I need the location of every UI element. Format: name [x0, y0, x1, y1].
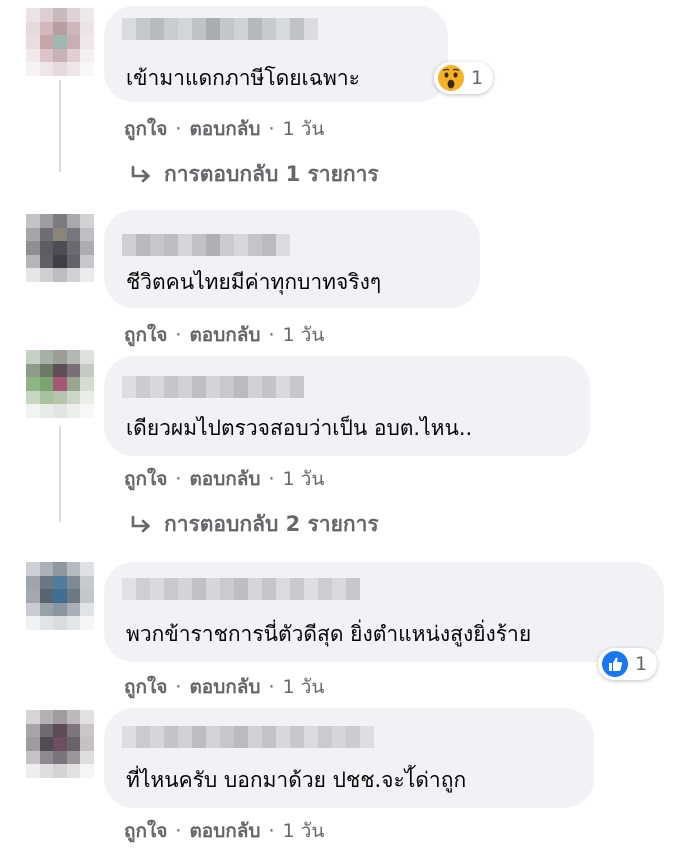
commenter-name-blurred[interactable] [122, 234, 290, 256]
comment-text: ที่ไหนครับ บอกมาด้วย ปชช.จะไ้ด่าถูก [126, 768, 467, 792]
reply-arrow-icon [131, 165, 150, 182]
separator: · [175, 324, 182, 346]
avatar[interactable] [26, 8, 94, 76]
separator: · [175, 820, 182, 842]
reply-link[interactable]: ตอบกลับ [189, 816, 260, 846]
like-link[interactable]: ถูกใจ [124, 672, 167, 702]
comment-bubble: ที่ไหนครับ บอกมาด้วย ปชช.จะไ้ด่าถูก [104, 708, 594, 808]
separator: · [175, 118, 182, 140]
separator: · [175, 468, 182, 490]
timestamp[interactable]: 1 วัน [283, 320, 325, 350]
separator: · [268, 676, 275, 698]
commenter-name-blurred[interactable] [122, 376, 304, 398]
view-replies-button[interactable]: การตอบกลับ 1 รายการ [128, 158, 379, 191]
comment-text: เดียวผมไปตรวจสอบว่าเป็น อบต.ไหน.. [126, 416, 473, 440]
reaction-badge[interactable]: 1 [598, 648, 658, 680]
timestamp[interactable]: 1 วัน [283, 114, 325, 144]
like-icon [602, 651, 628, 677]
separator: · [268, 118, 275, 140]
thread-line [59, 80, 61, 172]
replies-label: การตอบกลับ 2 รายการ [164, 512, 379, 536]
wow-emoji-icon [438, 65, 464, 91]
comment-bubble: พวกข้าราชการนี่ตัวดีสุด ยิ่งตำแหน่งสูงยิ… [104, 562, 664, 662]
replies-label: การตอบกลับ 1 รายการ [164, 162, 379, 186]
comment-actions: ถูกใจ · ตอบกลับ · 1 วัน [124, 464, 324, 494]
view-replies-button[interactable]: การตอบกลับ 2 รายการ [128, 508, 379, 541]
reaction-count: 1 [471, 67, 484, 89]
reaction-count: 1 [635, 653, 648, 675]
separator: · [268, 468, 275, 490]
comment-bubble: ชีวิตคนไทยมีค่าทุกบาทจริงๆ [104, 210, 480, 308]
comment-text: ชีวิตคนไทยมีค่าทุกบาทจริงๆ [126, 270, 382, 294]
avatar[interactable] [26, 350, 94, 418]
avatar[interactable] [26, 562, 94, 630]
reaction-badge[interactable]: 1 [434, 62, 494, 94]
comment-actions: ถูกใจ · ตอบกลับ · 1 วัน [124, 816, 324, 846]
like-link[interactable]: ถูกใจ [124, 114, 167, 144]
reply-link[interactable]: ตอบกลับ [189, 464, 260, 494]
avatar[interactable] [26, 214, 94, 282]
separator: · [268, 820, 275, 842]
reply-arrow-icon [131, 515, 150, 532]
commenter-name-blurred[interactable] [122, 18, 318, 40]
commenter-name-blurred[interactable] [122, 726, 374, 748]
comment-actions: ถูกใจ · ตอบกลับ · 1 วัน [124, 320, 324, 350]
like-link[interactable]: ถูกใจ [124, 320, 167, 350]
thread-line [59, 426, 61, 522]
separator: · [268, 324, 275, 346]
like-link[interactable]: ถูกใจ [124, 816, 167, 846]
comment-actions: ถูกใจ · ตอบกลับ · 1 วัน [124, 672, 324, 702]
separator: · [175, 676, 182, 698]
avatar[interactable] [26, 710, 94, 778]
commenter-name-blurred[interactable] [122, 578, 360, 600]
comment-actions: ถูกใจ · ตอบกลับ · 1 วัน [124, 114, 324, 144]
comment-bubble: เดียวผมไปตรวจสอบว่าเป็น อบต.ไหน.. [104, 356, 590, 456]
reply-link[interactable]: ตอบกลับ [189, 320, 260, 350]
timestamp[interactable]: 1 วัน [283, 816, 325, 846]
timestamp[interactable]: 1 วัน [283, 464, 325, 494]
comment-bubble: เข้ามาแดกภาษีโดยเฉพาะ [104, 6, 448, 102]
comment-text: พวกข้าราชการนี่ตัวดีสุด ยิ่งตำแหน่งสูงยิ… [126, 622, 532, 646]
reply-link[interactable]: ตอบกลับ [189, 672, 260, 702]
comment-text: เข้ามาแดกภาษีโดยเฉพาะ [126, 66, 360, 90]
like-link[interactable]: ถูกใจ [124, 464, 167, 494]
timestamp[interactable]: 1 วัน [283, 672, 325, 702]
reply-link[interactable]: ตอบกลับ [189, 114, 260, 144]
